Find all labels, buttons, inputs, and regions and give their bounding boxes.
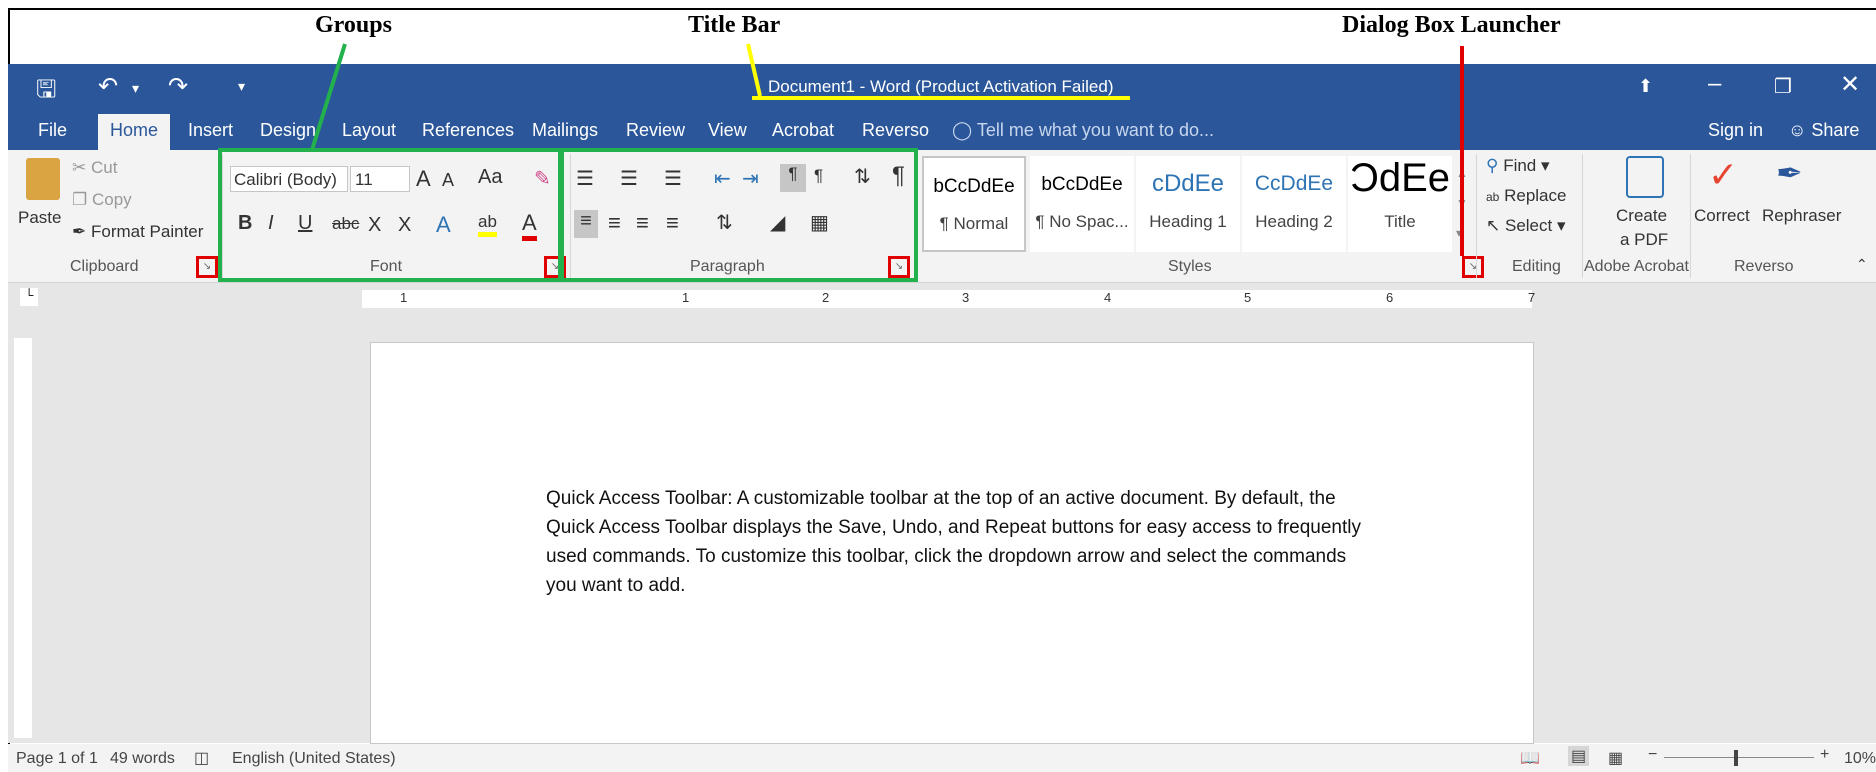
zoom-slider-thumb[interactable] [1734, 750, 1738, 766]
ruler-number: 5 [1244, 290, 1252, 305]
page-count[interactable]: Page 1 of 1 [16, 750, 98, 768]
proofing-icon[interactable]: ◫ [194, 748, 209, 768]
document-body-text[interactable]: Quick Access Toolbar: A customizable too… [546, 484, 1366, 600]
status-bar: Page 1 of 1 49 words ◫ English (United S… [8, 744, 1876, 772]
horizontal-ruler[interactable]: 1 1 2 3 4 5 6 7 [362, 290, 1536, 308]
zoom-slider[interactable] [1664, 757, 1814, 758]
ruler-number: 6 [1386, 290, 1394, 305]
title-bar-pointer-line [746, 43, 762, 97]
groups-pointer-line [310, 43, 347, 151]
ruler-number: 2 [822, 290, 830, 305]
zoom-level[interactable]: 10% [1844, 750, 1876, 768]
ruler-number: 1 [682, 290, 690, 305]
web-layout-icon[interactable]: ▦ [1608, 748, 1623, 768]
ruler-number: 7 [1528, 290, 1536, 305]
word-count[interactable]: 49 words [110, 750, 175, 768]
print-layout-icon[interactable]: ▤ [1568, 746, 1590, 766]
language-indicator[interactable]: English (United States) [232, 750, 396, 768]
read-mode-icon[interactable]: 📖 [1520, 748, 1540, 768]
ruler-number: 4 [1104, 290, 1112, 305]
tab-selector-icon[interactable]: └ [20, 288, 38, 306]
ruler-number: 3 [962, 290, 970, 305]
vertical-ruler[interactable] [14, 338, 32, 738]
zoom-out-icon[interactable]: − [1648, 746, 1657, 764]
zoom-in-icon[interactable]: + [1820, 746, 1829, 764]
ruler-number: 1 [400, 290, 408, 305]
